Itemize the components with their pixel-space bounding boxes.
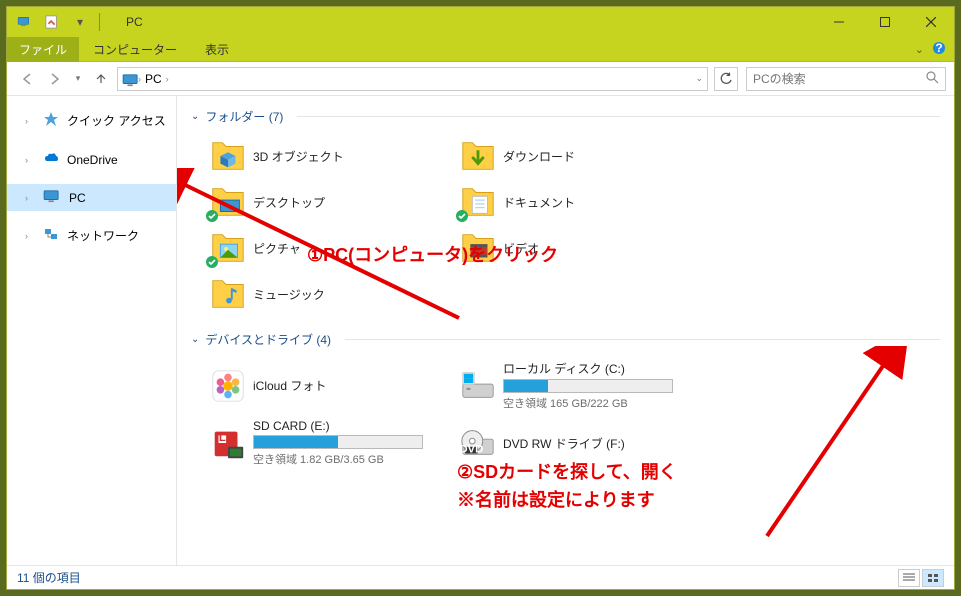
close-button[interactable] [908,7,954,37]
folder-3d-objects[interactable]: 3D オブジェクト [201,133,451,179]
titlebar: ▾ PC [7,7,954,37]
usage-bar [253,435,423,449]
group-header-devices[interactable]: ⌄ デバイスとドライブ (4) [181,327,950,352]
folder-videos[interactable]: ビデオ [451,225,701,271]
svg-text:L: L [219,432,226,444]
window-title: PC [126,15,143,29]
drive-dvd[interactable]: DVD DVD RW ドライブ (F:) [451,415,701,471]
usage-bar [503,379,673,393]
qat-properties-icon[interactable] [41,11,63,33]
devices-grid: iCloud フォト ローカル ディスク (C:) 空き領域 165 GB/22… [181,352,950,481]
chevron-down-icon[interactable]: ⌄ [191,334,199,345]
sidebar-item-label: クイック アクセス [67,112,166,129]
minimize-button[interactable] [816,7,862,37]
svg-text:DVD: DVD [459,444,483,456]
ribbon-tab-file[interactable]: ファイル [7,37,79,62]
drive-icloud-photo[interactable]: iCloud フォト [201,356,451,415]
drive-sd-card[interactable]: L SD CARD (E:) 空き領域 1.82 GB/3.65 GB [201,415,451,471]
sidebar-item-label: ネットワーク [67,227,139,244]
address-bar[interactable]: › PC › ⌄ [117,67,708,91]
maximize-button[interactable] [862,7,908,37]
ribbon: ファイル コンピューター 表示 ⌄ ? [7,37,954,62]
search-box[interactable] [746,67,946,91]
chevron-right-icon[interactable]: › [25,193,35,203]
content-area: ⌄ フォルダー (7) 3D オブジェクト ダウンロード デスクトップ [177,96,954,565]
back-button[interactable] [15,67,39,91]
ribbon-tab-computer[interactable]: コンピューター [79,37,191,62]
group-header-folders[interactable]: ⌄ フォルダー (7) [181,104,950,129]
network-icon [43,226,59,245]
help-icon[interactable]: ? [932,41,946,58]
address-row: ▾ › PC › ⌄ [7,62,954,96]
chevron-right-icon[interactable]: › [25,155,35,165]
ribbon-tab-view[interactable]: 表示 [191,37,243,62]
details-view-button[interactable] [898,569,920,587]
system-menu-icon[interactable] [13,11,35,33]
folder-pictures[interactable]: ピクチャ [201,225,451,271]
address-dropdown-icon[interactable]: ⌄ [695,73,703,84]
chevron-right-icon[interactable]: › [25,116,35,126]
sidebar-item-network[interactable]: › ネットワーク [7,221,176,250]
status-item-count: 11 個の項目 [17,569,81,586]
recent-locations-button[interactable]: ▾ [71,67,85,91]
folder-music[interactable]: ミュージック [201,271,451,317]
chevron-down-icon[interactable]: ⌄ [191,111,199,122]
sidebar-item-label: OneDrive [67,153,118,167]
sidebar-item-quick-access[interactable]: › クイック アクセス [7,106,176,135]
chevron-right-icon[interactable]: › [25,231,35,241]
search-input[interactable] [753,72,926,86]
folder-downloads[interactable]: ダウンロード [451,133,701,179]
explorer-window: ▾ PC ファイル コンピューター 表示 ⌄ ? [6,6,955,590]
breadcrumb-pc[interactable]: PC [141,72,166,86]
statusbar: 11 個の項目 [7,565,954,589]
chevron-right-icon[interactable]: › [166,74,169,84]
annotation-text-2b: ※名前は設定によります [457,486,655,512]
sidebar-item-label: PC [69,191,86,205]
sidebar-item-onedrive[interactable]: › OneDrive [7,145,176,174]
quick-access-icon [43,111,59,130]
pc-icon [122,73,138,85]
navigation-pane: › クイック アクセス › OneDrive › PC › ネットワーク [7,96,177,565]
search-icon[interactable] [926,71,939,87]
forward-button[interactable] [43,67,67,91]
folder-documents[interactable]: ドキュメント [451,179,701,225]
sidebar-item-pc[interactable]: › PC [7,184,176,211]
drive-local-c[interactable]: ローカル ディスク (C:) 空き領域 165 GB/222 GB [451,356,701,415]
pc-icon [43,189,61,206]
qat-dropdown-icon[interactable]: ▾ [69,11,91,33]
ribbon-expand-icon[interactable]: ⌄ [915,43,924,56]
large-icons-view-button[interactable] [922,569,944,587]
onedrive-icon [43,150,59,169]
svg-text:?: ? [935,41,942,55]
folders-grid: 3D オブジェクト ダウンロード デスクトップ ドキュメント ピクチャ [181,129,950,327]
refresh-button[interactable] [714,67,738,91]
folder-desktop[interactable]: デスクトップ [201,179,451,225]
up-button[interactable] [89,67,113,91]
